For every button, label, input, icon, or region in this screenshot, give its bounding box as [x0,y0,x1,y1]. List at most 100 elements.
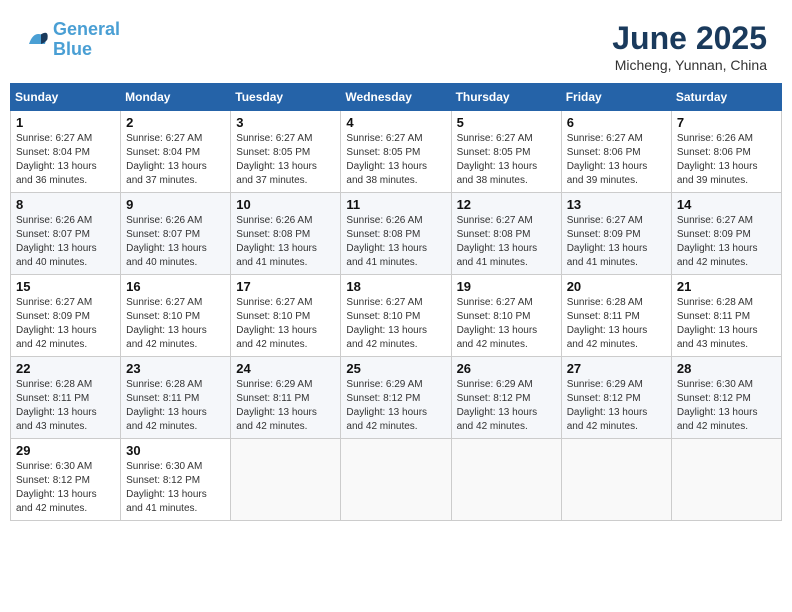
page-header: General Blue June 2025 Micheng, Yunnan, … [10,10,782,78]
calendar-cell [231,439,341,521]
day-info: Sunrise: 6:29 AM Sunset: 8:12 PM Dayligh… [457,378,556,434]
calendar-cell: 23 Sunrise: 6:28 AM Sunset: 8:11 PM Dayl… [121,357,231,439]
day-number: 22 [16,361,115,376]
day-info: Sunrise: 6:28 AM Sunset: 8:11 PM Dayligh… [126,378,225,434]
calendar-cell: 9 Sunrise: 6:26 AM Sunset: 8:07 PM Dayli… [121,193,231,275]
calendar-header-row: Sunday Monday Tuesday Wednesday Thursday… [11,84,782,111]
day-number: 12 [457,197,556,212]
calendar-cell: 14 Sunrise: 6:27 AM Sunset: 8:09 PM Dayl… [671,193,781,275]
day-number: 13 [567,197,666,212]
calendar-cell [561,439,671,521]
calendar-cell: 27 Sunrise: 6:29 AM Sunset: 8:12 PM Dayl… [561,357,671,439]
day-number: 14 [677,197,776,212]
day-info: Sunrise: 6:27 AM Sunset: 8:10 PM Dayligh… [346,296,445,352]
calendar-cell: 26 Sunrise: 6:29 AM Sunset: 8:12 PM Dayl… [451,357,561,439]
day-info: Sunrise: 6:26 AM Sunset: 8:08 PM Dayligh… [346,214,445,270]
day-info: Sunrise: 6:27 AM Sunset: 8:10 PM Dayligh… [457,296,556,352]
day-info: Sunrise: 6:26 AM Sunset: 8:08 PM Dayligh… [236,214,335,270]
day-info: Sunrise: 6:27 AM Sunset: 8:09 PM Dayligh… [16,296,115,352]
logo-text: General Blue [53,20,120,60]
day-info: Sunrise: 6:27 AM Sunset: 8:10 PM Dayligh… [126,296,225,352]
day-number: 10 [236,197,335,212]
calendar-cell [671,439,781,521]
day-info: Sunrise: 6:26 AM Sunset: 8:07 PM Dayligh… [126,214,225,270]
calendar-cell: 16 Sunrise: 6:27 AM Sunset: 8:10 PM Dayl… [121,275,231,357]
calendar-cell: 8 Sunrise: 6:26 AM Sunset: 8:07 PM Dayli… [11,193,121,275]
day-number: 15 [16,279,115,294]
calendar-cell: 13 Sunrise: 6:27 AM Sunset: 8:09 PM Dayl… [561,193,671,275]
day-number: 19 [457,279,556,294]
day-number: 9 [126,197,225,212]
calendar-cell: 29 Sunrise: 6:30 AM Sunset: 8:12 PM Dayl… [11,439,121,521]
day-info: Sunrise: 6:27 AM Sunset: 8:04 PM Dayligh… [126,132,225,188]
day-info: Sunrise: 6:27 AM Sunset: 8:09 PM Dayligh… [677,214,776,270]
day-number: 5 [457,115,556,130]
day-info: Sunrise: 6:27 AM Sunset: 8:05 PM Dayligh… [457,132,556,188]
day-info: Sunrise: 6:30 AM Sunset: 8:12 PM Dayligh… [677,378,776,434]
day-number: 11 [346,197,445,212]
title-section: June 2025 Micheng, Yunnan, China [612,20,767,73]
day-info: Sunrise: 6:27 AM Sunset: 8:06 PM Dayligh… [567,132,666,188]
day-info: Sunrise: 6:28 AM Sunset: 8:11 PM Dayligh… [567,296,666,352]
day-number: 8 [16,197,115,212]
col-thursday: Thursday [451,84,561,111]
day-info: Sunrise: 6:27 AM Sunset: 8:04 PM Dayligh… [16,132,115,188]
day-info: Sunrise: 6:27 AM Sunset: 8:05 PM Dayligh… [346,132,445,188]
calendar-cell: 6 Sunrise: 6:27 AM Sunset: 8:06 PM Dayli… [561,111,671,193]
calendar-cell: 17 Sunrise: 6:27 AM Sunset: 8:10 PM Dayl… [231,275,341,357]
day-number: 3 [236,115,335,130]
day-number: 25 [346,361,445,376]
calendar-cell: 28 Sunrise: 6:30 AM Sunset: 8:12 PM Dayl… [671,357,781,439]
day-info: Sunrise: 6:30 AM Sunset: 8:12 PM Dayligh… [16,460,115,516]
calendar-cell: 1 Sunrise: 6:27 AM Sunset: 8:04 PM Dayli… [11,111,121,193]
calendar-cell [451,439,561,521]
calendar-cell: 11 Sunrise: 6:26 AM Sunset: 8:08 PM Dayl… [341,193,451,275]
day-number: 1 [16,115,115,130]
day-number: 28 [677,361,776,376]
day-number: 29 [16,443,115,458]
day-info: Sunrise: 6:28 AM Sunset: 8:11 PM Dayligh… [16,378,115,434]
day-number: 17 [236,279,335,294]
day-info: Sunrise: 6:27 AM Sunset: 8:08 PM Dayligh… [457,214,556,270]
day-number: 30 [126,443,225,458]
calendar-cell: 19 Sunrise: 6:27 AM Sunset: 8:10 PM Dayl… [451,275,561,357]
day-info: Sunrise: 6:29 AM Sunset: 8:12 PM Dayligh… [567,378,666,434]
col-wednesday: Wednesday [341,84,451,111]
calendar-cell: 15 Sunrise: 6:27 AM Sunset: 8:09 PM Dayl… [11,275,121,357]
logo-icon [25,28,49,52]
calendar-cell: 25 Sunrise: 6:29 AM Sunset: 8:12 PM Dayl… [341,357,451,439]
calendar-cell: 12 Sunrise: 6:27 AM Sunset: 8:08 PM Dayl… [451,193,561,275]
calendar-cell: 5 Sunrise: 6:27 AM Sunset: 8:05 PM Dayli… [451,111,561,193]
calendar-cell: 3 Sunrise: 6:27 AM Sunset: 8:05 PM Dayli… [231,111,341,193]
calendar-table: Sunday Monday Tuesday Wednesday Thursday… [10,83,782,521]
calendar-cell: 21 Sunrise: 6:28 AM Sunset: 8:11 PM Dayl… [671,275,781,357]
day-info: Sunrise: 6:26 AM Sunset: 8:07 PM Dayligh… [16,214,115,270]
day-number: 6 [567,115,666,130]
month-title: June 2025 [612,20,767,57]
day-info: Sunrise: 6:27 AM Sunset: 8:10 PM Dayligh… [236,296,335,352]
logo: General Blue [25,20,120,60]
day-info: Sunrise: 6:27 AM Sunset: 8:09 PM Dayligh… [567,214,666,270]
col-monday: Monday [121,84,231,111]
day-number: 21 [677,279,776,294]
calendar-cell: 30 Sunrise: 6:30 AM Sunset: 8:12 PM Dayl… [121,439,231,521]
day-number: 4 [346,115,445,130]
day-number: 18 [346,279,445,294]
day-info: Sunrise: 6:29 AM Sunset: 8:12 PM Dayligh… [346,378,445,434]
calendar-cell [341,439,451,521]
day-number: 23 [126,361,225,376]
calendar-cell: 10 Sunrise: 6:26 AM Sunset: 8:08 PM Dayl… [231,193,341,275]
day-number: 20 [567,279,666,294]
calendar-cell: 2 Sunrise: 6:27 AM Sunset: 8:04 PM Dayli… [121,111,231,193]
calendar-cell: 22 Sunrise: 6:28 AM Sunset: 8:11 PM Dayl… [11,357,121,439]
day-info: Sunrise: 6:27 AM Sunset: 8:05 PM Dayligh… [236,132,335,188]
day-number: 16 [126,279,225,294]
calendar-cell: 7 Sunrise: 6:26 AM Sunset: 8:06 PM Dayli… [671,111,781,193]
day-info: Sunrise: 6:29 AM Sunset: 8:11 PM Dayligh… [236,378,335,434]
calendar-cell: 24 Sunrise: 6:29 AM Sunset: 8:11 PM Dayl… [231,357,341,439]
day-number: 24 [236,361,335,376]
col-saturday: Saturday [671,84,781,111]
day-number: 2 [126,115,225,130]
day-number: 7 [677,115,776,130]
calendar-cell: 18 Sunrise: 6:27 AM Sunset: 8:10 PM Dayl… [341,275,451,357]
